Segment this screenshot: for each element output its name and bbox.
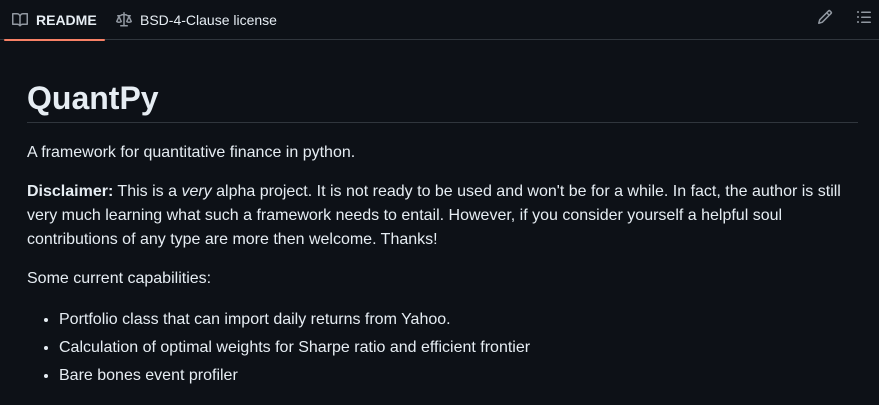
tab-license[interactable]: BSD-4-Clause license [108,0,285,40]
law-icon [116,12,140,28]
list-item: Portfolio class that can import daily re… [59,308,858,332]
capabilities-heading: Some current capabilities: [27,270,212,287]
readme-tab-bar: README BSD-4-Clause license [0,0,879,41]
capabilities-list: Portfolio class that can import daily re… [27,308,858,388]
readme-content: QuantPy A framework for quantitative fin… [27,40,858,392]
pencil-icon [817,9,833,30]
tab-readme[interactable]: README [4,0,105,41]
book-icon [12,12,36,28]
disclaimer-text-before: This is a [113,183,182,200]
tab-license-label: BSD-4-Clause license [140,12,277,28]
disclaimer-label: Disclaimer: [27,183,114,200]
outline-button[interactable] [853,8,875,30]
list-item: Bare bones event profiler [59,364,858,388]
readme-title: QuantPy [27,78,858,123]
disclaimer-paragraph: Disclaimer: This is a very alpha project… [27,180,858,252]
list-unordered-icon [856,9,872,30]
intro-paragraph: A framework for quantitative finance in … [27,144,356,161]
edit-file-button[interactable] [814,8,836,30]
tab-readme-label: README [36,12,97,28]
list-item: Calculation of optimal weights for Sharp… [59,336,858,360]
disclaimer-emphasis: very [181,183,212,200]
